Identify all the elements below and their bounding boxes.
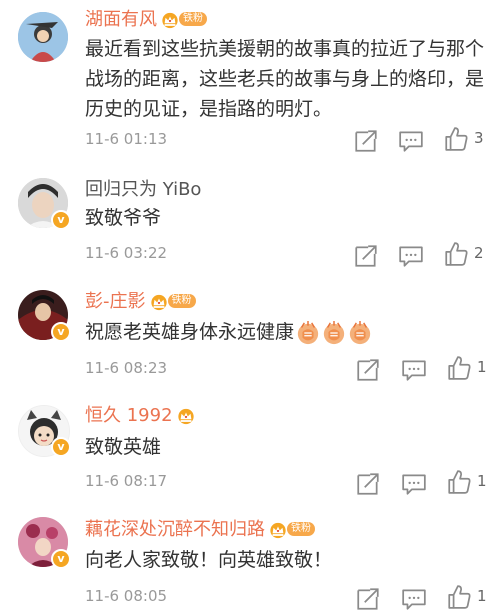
comment-item: v 回归只为 YiBo 致敬爷爷 11-6 03:22 2 bbox=[0, 170, 500, 280]
comment-icon[interactable] bbox=[401, 471, 427, 497]
fan-badge: 铁粉 bbox=[287, 522, 315, 536]
username[interactable]: 湖面有风 铁粉 bbox=[85, 9, 207, 31]
comment-icon[interactable] bbox=[398, 128, 424, 154]
verified-badge-icon: v bbox=[51, 549, 71, 569]
username[interactable]: 藕花深处沉醉不知归路 铁粉 bbox=[85, 519, 315, 541]
crown-icon bbox=[150, 294, 168, 311]
comment-item: 湖面有风 铁粉 最近看到这些抗美援朝的故事真的拉近了与那个战场的距离，这些老兵的故… bbox=[0, 0, 500, 160]
comment-text-body: 祝愿老英雄身体永远健康 bbox=[85, 321, 295, 343]
like-count: 2 bbox=[474, 244, 484, 262]
verified-badge-icon: v bbox=[51, 322, 71, 342]
like-count: 1 bbox=[477, 358, 487, 376]
comment-icon[interactable] bbox=[401, 357, 427, 383]
comment-icon[interactable] bbox=[401, 586, 427, 612]
like-count: 3 bbox=[474, 129, 484, 147]
comment-item: v 藕花深处沉醉不知归路 铁粉 向老人家致敬！向英雄致敬！ 11-6 08:05 … bbox=[0, 505, 500, 611]
crown-icon bbox=[269, 522, 287, 539]
like-icon[interactable] bbox=[446, 584, 472, 610]
comment-item: v 恒久 1992 致敬英雄 11-6 08:17 1 bbox=[0, 395, 500, 505]
username[interactable]: 回归只为 YiBo bbox=[85, 179, 201, 201]
like-icon[interactable] bbox=[446, 355, 472, 381]
fan-badge: 铁粉 bbox=[179, 12, 207, 26]
like-icon[interactable] bbox=[443, 241, 469, 267]
repost-icon[interactable] bbox=[353, 243, 379, 269]
clap-emoji-icon bbox=[348, 321, 372, 345]
fan-badge: 铁粉 bbox=[167, 294, 196, 308]
like-icon[interactable] bbox=[443, 126, 469, 152]
comment-text: 致敬爷爷 bbox=[85, 207, 162, 229]
comment-text: 最近看到这些抗美援朝的故事真的拉近了与那个战场的距离，这些老兵的故事与身上的烙印… bbox=[85, 38, 485, 120]
comment-text: 向老人家致敬！向英雄致敬！ bbox=[85, 549, 333, 571]
username[interactable]: 恒久 1992 bbox=[85, 405, 195, 427]
comment-time: 11-6 08:17 bbox=[85, 472, 168, 490]
comment-text: 祝愿老英雄身体永远健康 bbox=[85, 317, 490, 347]
comment-time: 11-6 01:13 bbox=[85, 130, 168, 148]
crown-icon bbox=[161, 12, 179, 29]
comment-text: 致敬英雄 bbox=[85, 436, 162, 458]
repost-icon[interactable] bbox=[353, 128, 379, 154]
repost-icon[interactable] bbox=[355, 357, 381, 383]
crown-icon bbox=[177, 408, 195, 425]
clap-emoji-icon bbox=[296, 321, 320, 345]
repost-icon[interactable] bbox=[355, 586, 381, 612]
avatar[interactable] bbox=[18, 12, 68, 62]
comment-item: v 彭-庄影 铁粉 祝愿老英雄身体永远健康 11-6 08:23 1 bbox=[0, 280, 500, 390]
verified-badge-icon: v bbox=[51, 437, 71, 457]
like-icon[interactable] bbox=[446, 469, 472, 495]
comment-time: 11-6 03:22 bbox=[85, 244, 168, 262]
repost-icon[interactable] bbox=[355, 471, 381, 497]
comment-icon[interactable] bbox=[398, 243, 424, 269]
verified-badge-icon: v bbox=[51, 210, 71, 230]
like-count: 1 bbox=[477, 472, 487, 490]
comment-time: 11-6 08:05 bbox=[85, 587, 168, 605]
username[interactable]: 彭-庄影 铁粉 bbox=[85, 291, 196, 313]
clap-emoji-icon bbox=[322, 321, 346, 345]
like-count: 1 bbox=[477, 587, 487, 605]
comment-time: 11-6 08:23 bbox=[85, 359, 168, 377]
